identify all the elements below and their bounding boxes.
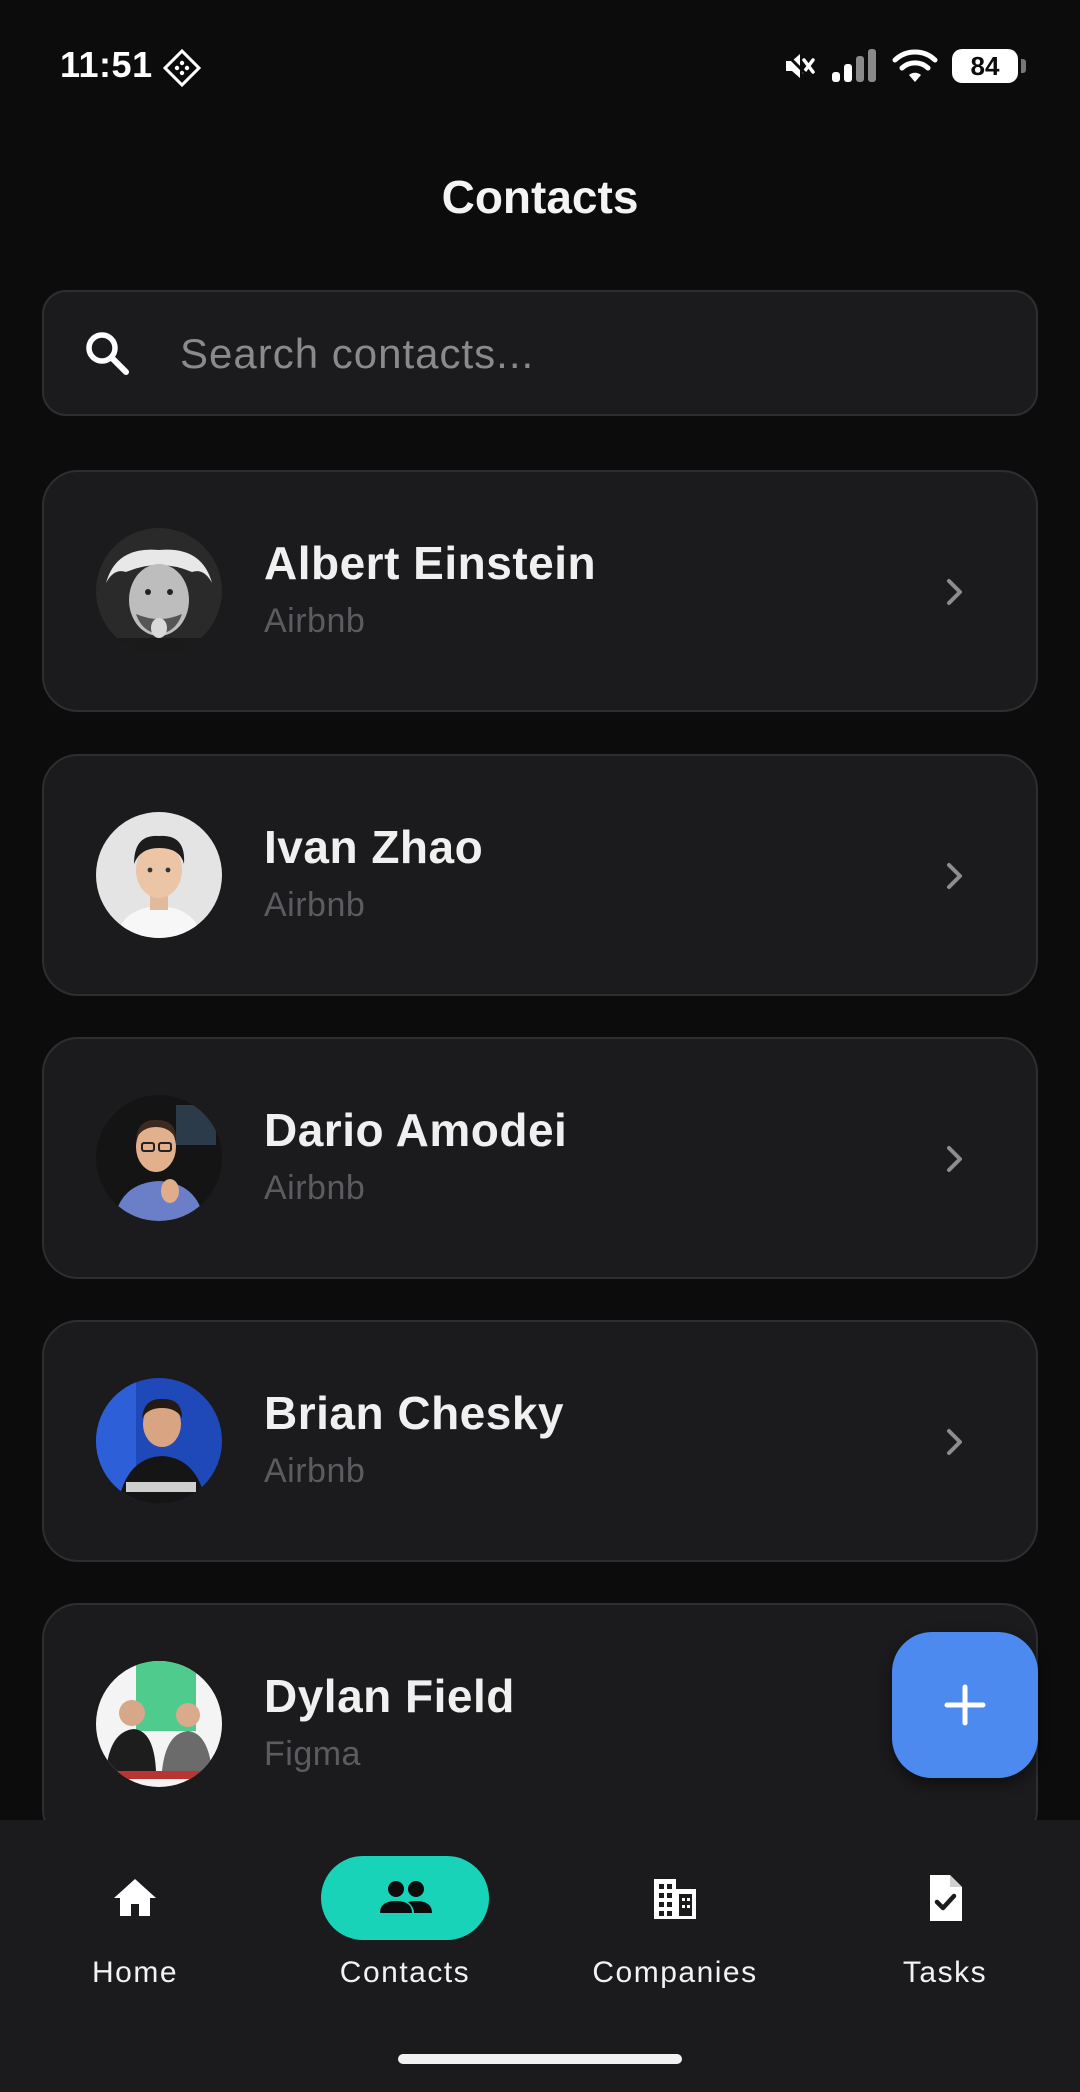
status-icons: 84 [780, 46, 1026, 86]
nav-pill [861, 1856, 1029, 1940]
nav-label: Contacts [339, 1956, 471, 1989]
nav-label: Companies [592, 1956, 758, 1989]
home-icon [114, 1879, 156, 1916]
chevron-right-icon [947, 1429, 962, 1455]
nav-pill-active [321, 1856, 489, 1940]
nav-label: Tasks [902, 1956, 988, 1989]
contact-name: Dario Amodei [264, 1104, 568, 1156]
avatar [96, 1661, 222, 1787]
chevron-right-icon [947, 579, 962, 605]
chevron-right-icon [947, 1146, 962, 1172]
status-time: 11:51 [60, 44, 153, 85]
bottom-nav: Home Contacts Companies Tasks [0, 1820, 1080, 2092]
nav-item-contacts[interactable]: Contacts [295, 1856, 515, 2026]
avatar [96, 812, 222, 938]
contact-company: Airbnb [264, 1169, 366, 1207]
contact-name: Dylan Field [264, 1670, 515, 1722]
contact-card[interactable]: Dylan Field Figma [42, 1603, 1038, 1845]
contact-company: Airbnb [264, 1452, 366, 1490]
avatar [96, 528, 222, 654]
nav-pill [51, 1856, 219, 1940]
contact-card[interactable]: Brian Chesky Airbnb [42, 1320, 1038, 1562]
search-icon [86, 332, 129, 375]
search-input[interactable] [180, 312, 1000, 396]
contacts-screen: 11:51 84 Contacts Search contacts... Alb… [0, 0, 1080, 2092]
battery-icon: 84 [952, 49, 1026, 83]
app-notification-icon [162, 48, 202, 88]
contact-name: Ivan Zhao [264, 821, 484, 873]
avatar [96, 1378, 222, 1504]
mute-icon [782, 50, 815, 82]
contact-card[interactable]: Dario Amodei Airbnb [42, 1037, 1038, 1279]
page-title: Contacts [441, 171, 639, 223]
plus-icon [944, 1684, 986, 1726]
wifi-icon [892, 49, 938, 82]
nav-item-tasks[interactable]: Tasks [835, 1856, 1055, 2026]
search-bar[interactable] [42, 290, 1038, 416]
contact-name: Albert Einstein [264, 537, 597, 589]
battery-level: 84 [970, 50, 1000, 81]
contact-name: Brian Chesky [264, 1387, 565, 1439]
add-contact-button[interactable] [892, 1632, 1038, 1778]
contact-company: Figma [264, 1735, 361, 1773]
nav-item-home[interactable]: Home [25, 1856, 245, 2026]
nav-item-companies[interactable]: Companies [565, 1856, 785, 2026]
contact-company: Airbnb [264, 886, 366, 924]
task-icon [930, 1875, 962, 1921]
nav-label: Home [91, 1956, 179, 1989]
contact-card[interactable]: Ivan Zhao Airbnb [42, 754, 1038, 996]
nav-pill [591, 1856, 759, 1940]
signal-icon [832, 49, 876, 82]
chevron-right-icon [947, 863, 962, 889]
avatar [96, 1095, 222, 1221]
building-icon [654, 1879, 696, 1919]
people-icon [380, 1881, 432, 1913]
contact-company: Airbnb [264, 602, 366, 640]
contact-card[interactable]: Albert Einstein Airbnb [42, 470, 1038, 712]
status-bar: 11:51 84 [0, 0, 1080, 130]
home-indicator [398, 2054, 682, 2064]
